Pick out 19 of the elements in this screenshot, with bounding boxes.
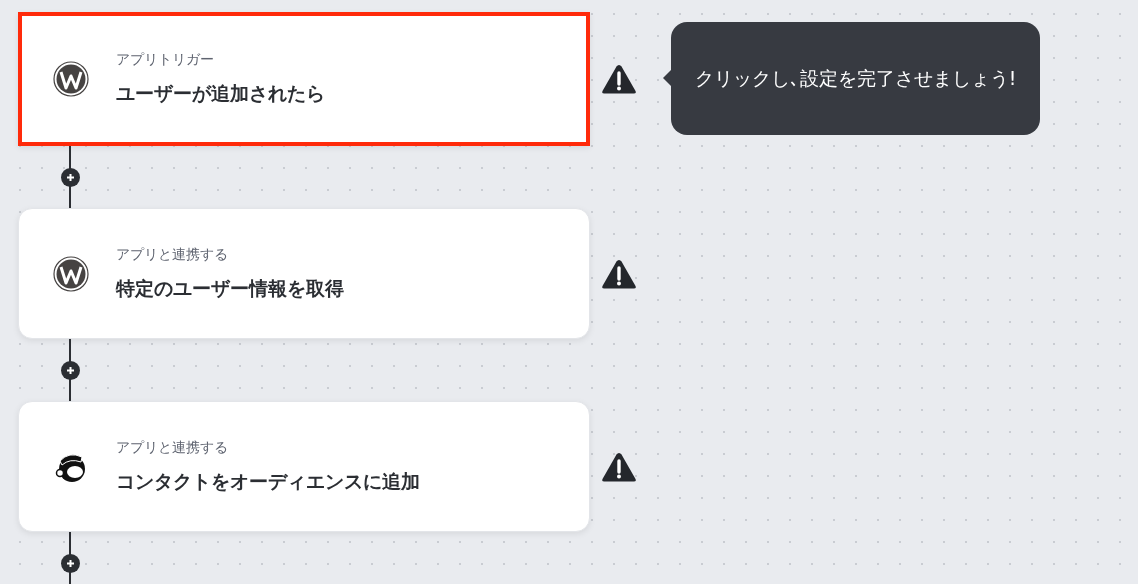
step-label: アプリと連携する <box>116 245 229 264</box>
step-title: ユーザーが追加されたら <box>116 81 325 106</box>
circle-logo-icon <box>53 61 89 97</box>
step-title: 特定のユーザー情報を取得 <box>116 275 344 301</box>
add-step-button[interactable] <box>60 554 80 573</box>
step-card[interactable]: アプリトリガー ユーザーが追加されたら <box>18 12 590 146</box>
circle-logo-icon <box>53 255 89 292</box>
plus-icon <box>65 366 75 375</box>
plus-icon <box>65 173 75 182</box>
plus-icon <box>65 559 75 568</box>
step-label: アプリと連携する <box>116 438 229 457</box>
step-card[interactable]: アプリと連携する コンタクトをオーディエンスに追加 <box>18 401 590 532</box>
add-step-button[interactable] <box>60 168 80 187</box>
tooltip-pointer <box>663 70 671 86</box>
step-title: コンタクトをオーディエンスに追加 <box>116 468 420 494</box>
step-label: アプリトリガー <box>116 51 215 69</box>
tooltip: クリックし､設定を完了させましょう! <box>671 22 1040 135</box>
add-step-button[interactable] <box>60 361 80 380</box>
step-card[interactable]: アプリと連携する 特定のユーザー情報を取得 <box>18 208 590 339</box>
